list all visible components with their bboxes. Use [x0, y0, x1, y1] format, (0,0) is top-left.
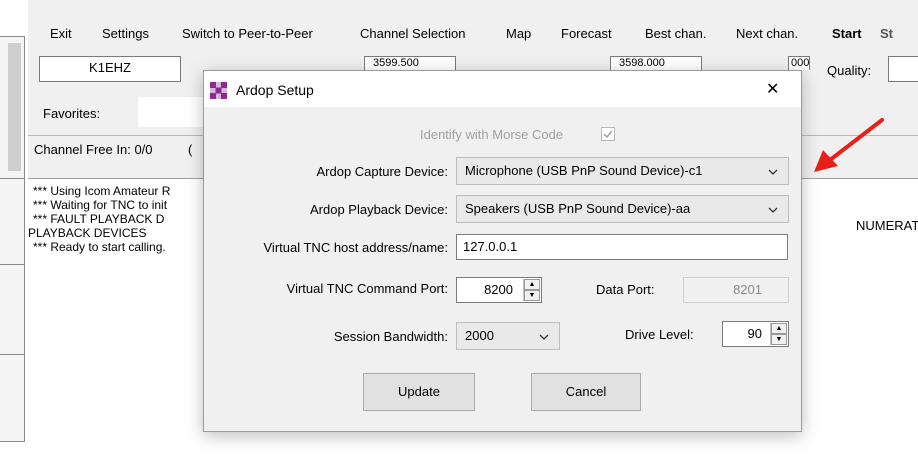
- left-strip-bottom-panel: [0, 354, 25, 442]
- chevron-down-icon: [768, 169, 778, 175]
- left-window-strip: [0, 0, 28, 453]
- left-strip-upper-panel: [0, 36, 25, 180]
- dialog-title: Ardop Setup: [236, 82, 314, 98]
- session-bandwidth-select[interactable]: 2000: [456, 322, 560, 350]
- log-line: *** Using Icom Amateur R: [33, 184, 171, 198]
- command-port-value: 8200: [484, 282, 513, 297]
- center-frequency-field[interactable]: 3599.500: [364, 56, 456, 70]
- callsign-field[interactable]: K1EHZ: [39, 56, 181, 82]
- close-icon[interactable]: ✕: [766, 79, 779, 99]
- cancel-button[interactable]: Cancel: [531, 373, 641, 411]
- playback-device-select[interactable]: Speakers (USB PnP Sound Device)-aa: [456, 195, 789, 223]
- chevron-down-icon: [768, 207, 778, 213]
- stepper-down-icon[interactable]: ▼: [524, 290, 540, 301]
- command-port-input[interactable]: 8200 ▲ ▼: [456, 277, 542, 303]
- left-strip-middle-panel: [0, 178, 25, 266]
- ardop-setup-dialog: Ardop Setup ✕ Identify with Morse Code A…: [203, 70, 802, 432]
- command-port-stepper[interactable]: ▲ ▼: [523, 279, 540, 301]
- host-address-label: Virtual TNC host address/name:: [263, 240, 449, 255]
- red-arrow-icon: [814, 118, 884, 172]
- drive-level-label: Drive Level:: [625, 327, 694, 342]
- menu-next-channel[interactable]: Next chan.: [736, 26, 798, 41]
- morse-checkbox[interactable]: [601, 127, 615, 141]
- favorites-combo[interactable]: [138, 97, 208, 127]
- left-strip-lower-panel: [0, 264, 25, 356]
- host-address-input[interactable]: 127.0.0.1: [456, 234, 788, 260]
- log-line: *** FAULT PLAYBACK D: [33, 212, 165, 226]
- playback-device-label: Ardop Playback Device:: [309, 202, 448, 217]
- log-line-right-fragment: NUMERATE: [856, 218, 918, 233]
- capture-device-value: Microphone (USB PnP Sound Device)-c1: [465, 163, 703, 178]
- menu-best-channel[interactable]: Best chan.: [645, 26, 706, 41]
- channel-status: Channel Free In: 0/0: [34, 142, 153, 157]
- morse-label: Identify with Morse Code: [420, 127, 564, 142]
- drive-level-value: 90: [747, 326, 762, 341]
- ardop-app-icon: [210, 82, 227, 99]
- data-port-input: 8201: [683, 277, 789, 303]
- dial-frequency-field[interactable]: 3598.000: [610, 56, 702, 70]
- menu-stop-partial[interactable]: St: [880, 26, 893, 41]
- dialog-title-bar[interactable]: Ardop Setup ✕: [204, 71, 801, 107]
- stepper-down-icon[interactable]: ▼: [771, 334, 787, 345]
- quality-label: Quality:: [827, 63, 872, 78]
- menu-map[interactable]: Map: [506, 26, 531, 41]
- drive-level-input[interactable]: 90 ▲ ▼: [722, 321, 789, 347]
- command-port-label: Virtual TNC Command Port:: [286, 281, 448, 296]
- session-bandwidth-label: Session Bandwidth:: [333, 329, 448, 344]
- log-line: *** Waiting for TNC to init: [33, 198, 168, 212]
- stepper-up-icon[interactable]: ▲: [771, 323, 787, 334]
- favorites-label: Favorites:: [43, 106, 101, 121]
- playback-device-value: Speakers (USB PnP Sound Device)-aa: [465, 201, 691, 216]
- capture-device-label: Ardop Capture Device:: [316, 164, 448, 179]
- left-strip-scrollbar[interactable]: [8, 43, 21, 171]
- log-line: PLAYBACK DEVICES: [28, 226, 147, 240]
- channel-status-suffix: (: [188, 142, 193, 157]
- partial-spin-field[interactable]: 000: [788, 56, 810, 70]
- chevron-down-icon: [539, 334, 549, 340]
- capture-device-select[interactable]: Microphone (USB PnP Sound Device)-c1: [456, 157, 789, 185]
- quality-field[interactable]: [888, 56, 918, 82]
- session-bandwidth-value: 2000: [465, 328, 494, 343]
- update-button[interactable]: Update: [363, 373, 475, 411]
- menu-settings[interactable]: Settings: [102, 26, 149, 41]
- drive-level-stepper[interactable]: ▲ ▼: [770, 323, 787, 345]
- check-mark-icon: [603, 130, 613, 139]
- menu-switch-peer-to-peer[interactable]: Switch to Peer-to-Peer: [182, 26, 313, 41]
- log-line: *** Ready to start calling.: [33, 240, 166, 254]
- menu-bar: Exit Settings Switch to Peer-to-Peer Cha…: [28, 22, 918, 46]
- menu-forecast[interactable]: Forecast: [561, 26, 612, 41]
- menu-start[interactable]: Start: [832, 26, 862, 41]
- menu-exit[interactable]: Exit: [50, 26, 72, 41]
- menu-channel-selection[interactable]: Channel Selection: [360, 26, 466, 41]
- stepper-up-icon[interactable]: ▲: [524, 279, 540, 290]
- data-port-label: Data Port:: [596, 282, 655, 297]
